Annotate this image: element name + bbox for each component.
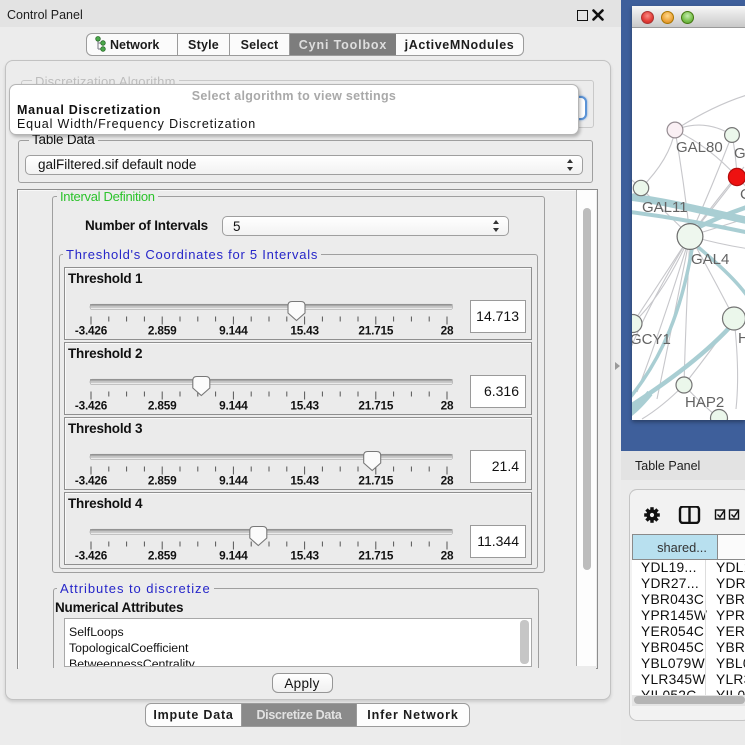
svg-text:-3.426: -3.426: [75, 473, 108, 487]
svg-text:9.144: 9.144: [219, 323, 248, 337]
svg-text:H: H: [738, 330, 745, 347]
svg-text:-3.426: -3.426: [75, 398, 108, 412]
svg-text:15.43: 15.43: [290, 398, 319, 412]
svg-text:21.715: 21.715: [358, 473, 394, 487]
svg-text:C: C: [740, 186, 745, 203]
svg-text:9.144: 9.144: [219, 398, 248, 412]
svg-text:HAP2: HAP2: [685, 394, 724, 411]
svg-text:GA: GA: [734, 145, 745, 162]
svg-text:-3.426: -3.426: [75, 548, 108, 562]
svg-text:GAL4: GAL4: [691, 251, 729, 268]
svg-text:2.859: 2.859: [148, 473, 177, 487]
svg-text:28: 28: [441, 323, 454, 337]
svg-text:15.43: 15.43: [290, 473, 319, 487]
svg-text:GCY1: GCY1: [632, 331, 671, 348]
svg-text:-3.426: -3.426: [75, 323, 108, 337]
svg-text:28: 28: [441, 548, 454, 562]
svg-text:9.144: 9.144: [219, 473, 248, 487]
svg-text:21.715: 21.715: [358, 323, 394, 337]
svg-text:28: 28: [441, 398, 454, 412]
svg-text:15.43: 15.43: [290, 548, 319, 562]
svg-text:28: 28: [441, 473, 454, 487]
svg-text:GAL11: GAL11: [642, 199, 688, 216]
svg-text:GAL80: GAL80: [676, 139, 723, 156]
svg-text:2.859: 2.859: [148, 323, 177, 337]
svg-text:2.859: 2.859: [148, 398, 177, 412]
svg-text:21.715: 21.715: [358, 398, 394, 412]
svg-text:15.43: 15.43: [290, 323, 319, 337]
svg-text:2.859: 2.859: [148, 548, 177, 562]
svg-text:9.144: 9.144: [219, 548, 248, 562]
svg-text:21.715: 21.715: [358, 548, 394, 562]
